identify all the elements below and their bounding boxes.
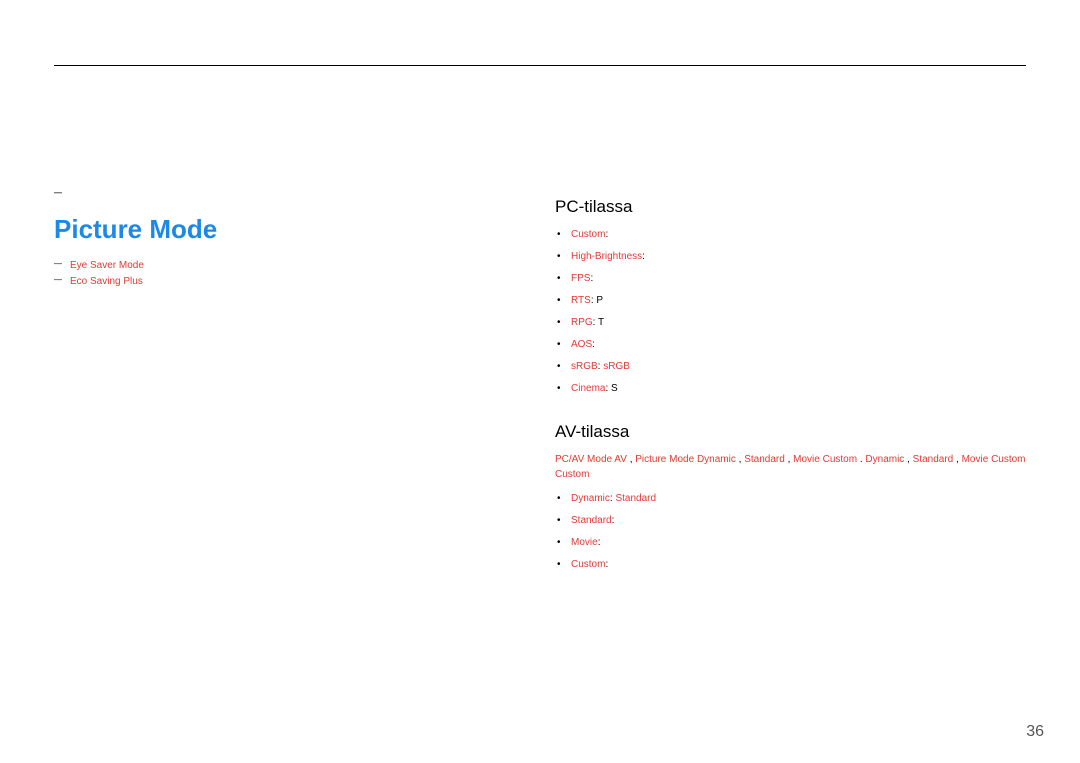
list-item: RPG: T (555, 316, 1033, 329)
kw-std: Standard (744, 454, 785, 465)
top-rule (54, 65, 1026, 66)
item-rest: : S (605, 383, 617, 394)
item-rest: : (605, 559, 608, 570)
item-rest: : P (591, 295, 603, 306)
item-keyword: Movie (571, 537, 598, 548)
picture-mode-heading: Picture Mode (54, 213, 514, 247)
page: Picture Mode Eye Saver Mode Eco Saving P… (0, 0, 1080, 763)
list-item: Cinema: S (555, 382, 1033, 395)
list-item: Custom: (555, 558, 1033, 571)
item-keyword2: sRGB (603, 361, 630, 372)
item-rest: : (592, 339, 595, 350)
av-mode-list: Dynamic: Standard Standard: Movie: Custo… (555, 492, 1033, 571)
item-rest: : (598, 537, 601, 548)
item-keyword: Standard (571, 515, 612, 526)
kw-pcav: PC/AV Mode (555, 454, 612, 465)
item-keyword: Custom (571, 559, 605, 570)
pc-heading: PC-tilassa (555, 196, 1033, 218)
item-keyword: Custom (571, 229, 605, 240)
item-rest: : (612, 515, 615, 526)
list-item: Custom: (555, 228, 1033, 241)
right-column: PC-tilassa Custom: High-Brightness: FPS:… (555, 196, 1033, 580)
kw-picmode: Picture Mode (635, 454, 694, 465)
item-rest: : (590, 273, 593, 284)
list-item: FPS: (555, 272, 1033, 285)
list-item: sRGB: sRGB (555, 360, 1033, 373)
note-red: Eye Saver Mode (70, 260, 144, 271)
list-item: Dynamic: Standard (555, 492, 1033, 505)
item-keyword: RTS (571, 295, 591, 306)
item-keyword: AOS (571, 339, 592, 350)
item-rest: : T (593, 317, 604, 328)
item-trail-red: Standard (615, 493, 656, 504)
kw-mov: Movie (793, 454, 820, 465)
note-line: Eye Saver Mode (54, 259, 514, 272)
kw-mov2: Movie (962, 454, 989, 465)
kw-dyn: Dynamic (697, 454, 736, 465)
list-item: RTS: P (555, 294, 1033, 307)
kw-av: AV (614, 454, 627, 465)
kw-cst3: Custom (555, 469, 589, 480)
kw-cst2: Custom (991, 454, 1025, 465)
pc-mode-list: Custom: High-Brightness: FPS: RTS: P RPG… (555, 228, 1033, 395)
note-red: Eco Saving Plus (70, 276, 143, 287)
list-item: AOS: (555, 338, 1033, 351)
list-item: Movie: (555, 536, 1033, 549)
av-paragraph: PC/AV Mode AV , Picture Mode Dynamic , S… (555, 453, 1033, 482)
item-keyword: RPG (571, 317, 593, 328)
item-rest: : (642, 251, 645, 262)
item-keyword: sRGB (571, 361, 598, 372)
av-heading: AV-tilassa (555, 421, 1033, 443)
list-item: High-Brightness: (555, 250, 1033, 263)
kw-cst: Custom (823, 454, 857, 465)
item-rest: : (605, 229, 608, 240)
page-number: 36 (1026, 723, 1044, 741)
note-line: Eco Saving Plus (54, 275, 514, 288)
item-keyword: Cinema (571, 383, 605, 394)
list-item: Standard: (555, 514, 1033, 527)
kw-std2: Standard (913, 454, 954, 465)
item-keyword: FPS (571, 273, 590, 284)
picture-mode-notes: Eye Saver Mode Eco Saving Plus (54, 259, 514, 288)
left-column: Picture Mode Eye Saver Mode Eco Saving P… (54, 185, 514, 291)
item-keyword: High-Brightness (571, 251, 642, 262)
kw-dyn2: Dynamic (865, 454, 904, 465)
item-keyword: Dynamic (571, 493, 610, 504)
